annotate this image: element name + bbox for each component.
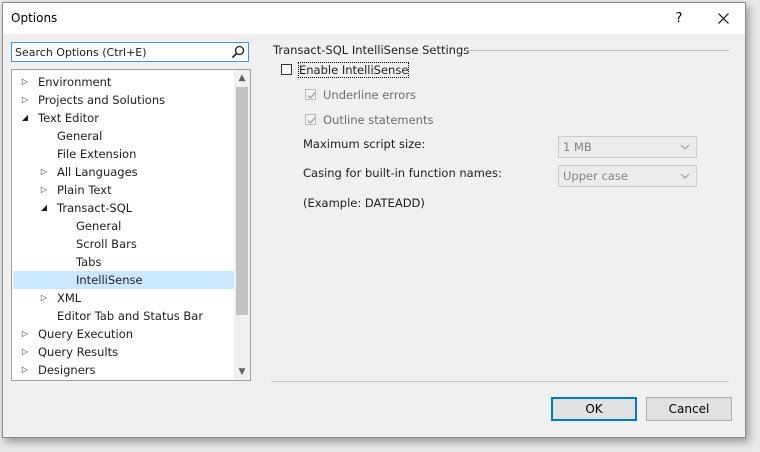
scroll-up-icon[interactable]: ▲ (234, 70, 250, 86)
checkbox-box[interactable] (305, 89, 316, 100)
tree-item-label: Projects and Solutions (38, 93, 166, 107)
tree-item-label: Query Execution (38, 327, 134, 341)
options-dialog: Options ? ▷ Designers ▷ Query Results ▷ Query… (2, 2, 746, 438)
tree-item[interactable]: Scroll Bars (13, 235, 234, 253)
tree-item[interactable]: ▷ Plain Text (13, 181, 234, 199)
casing-value: Upper case (563, 169, 628, 183)
checkmark-icon (307, 92, 316, 100)
cancel-button[interactable]: Cancel (646, 397, 732, 421)
collapsed-arrow-icon[interactable]: ▷ (20, 73, 30, 91)
tree-item[interactable]: ▷ Projects and Solutions (13, 91, 234, 109)
tree-item[interactable]: ▷ XML (13, 289, 234, 307)
tree-item-label: Plain Text (57, 183, 112, 197)
window-title: Options (11, 11, 58, 25)
tree-item[interactable]: Editor Tab and Status Bar (13, 307, 234, 325)
tree-item-label: All Languages (57, 165, 138, 179)
tree-item[interactable]: ▷ Query Results (13, 343, 234, 361)
ok-button[interactable]: OK (551, 397, 637, 421)
tree-item[interactable]: ▷ Designers (13, 361, 234, 379)
settings-group-title: Transact-SQL IntelliSense Settings (273, 43, 470, 57)
tree-item-label: File Extension (57, 147, 137, 161)
tree-item-label: Transact-SQL (57, 201, 133, 215)
close-button[interactable] (703, 3, 743, 34)
collapsed-arrow-icon[interactable]: ▷ (39, 163, 49, 181)
checkbox-box[interactable] (305, 114, 316, 125)
tree-item-label: IntelliSense (76, 273, 143, 287)
search-icon[interactable] (231, 45, 245, 59)
tree-item-label: Editor Tab and Status Bar (57, 309, 204, 323)
help-button[interactable]: ? (659, 3, 699, 34)
group-divider (465, 50, 729, 51)
tree-item-label: Scroll Bars (76, 237, 137, 251)
tree-item-label: Designers (38, 363, 96, 377)
search-box (11, 42, 249, 62)
expanded-arrow-icon[interactable]: ◢ (39, 199, 49, 217)
tree-item[interactable]: File Extension (13, 145, 234, 163)
checkbox-box[interactable] (281, 64, 292, 75)
checkmark-icon (307, 117, 316, 125)
tree-scrollbar[interactable]: ▲ ▼ (234, 70, 250, 380)
bottom-divider (271, 381, 729, 382)
tree-item[interactable]: ◢ Text Editor (13, 109, 234, 127)
max-script-size-label: Maximum script size: (303, 137, 426, 151)
close-icon (717, 13, 729, 24)
tree-item[interactable]: ◢ Transact-SQL (13, 199, 234, 217)
scroll-down-icon[interactable]: ▼ (234, 364, 250, 380)
collapsed-arrow-icon[interactable]: ▷ (20, 343, 30, 361)
enable-intellisense-label[interactable]: Enable IntelliSense (297, 62, 410, 78)
chevron-down-icon (680, 144, 690, 150)
search-input[interactable] (15, 44, 225, 60)
outline-statements-label: Outline statements (323, 113, 434, 127)
collapsed-arrow-icon[interactable]: ▷ (39, 181, 49, 199)
casing-example-text: (Example: DATEADD) (303, 196, 425, 210)
collapsed-arrow-icon[interactable]: ▷ (20, 91, 30, 109)
max-script-size-select[interactable]: 1 MB (558, 136, 697, 158)
tree-item[interactable]: Tabs (13, 253, 234, 271)
max-script-size-value: 1 MB (563, 140, 592, 154)
collapsed-arrow-icon[interactable]: ▷ (20, 361, 30, 379)
casing-label: Casing for built-in function names: (303, 166, 502, 180)
chevron-down-icon (680, 173, 690, 179)
scroll-thumb[interactable] (236, 87, 248, 315)
collapsed-arrow-icon[interactable]: ▷ (20, 325, 30, 343)
tree-item-label: Tabs (76, 255, 102, 269)
tree-item-label: Text Editor (38, 111, 99, 125)
tree-item[interactable]: IntelliSense (13, 271, 234, 289)
tree-item-label: XML (57, 291, 82, 305)
tree-item[interactable]: General (13, 217, 234, 235)
collapsed-arrow-icon[interactable]: ▷ (39, 289, 49, 307)
expanded-arrow-icon[interactable]: ◢ (20, 109, 30, 127)
tree-item[interactable]: General (13, 127, 234, 145)
tree-item-label: General (76, 219, 122, 233)
tree-item[interactable]: ▷ Environment (13, 73, 234, 91)
title-bar: Options ? (3, 3, 745, 34)
tree-item[interactable]: ▷ All Languages (13, 163, 234, 181)
casing-select[interactable]: Upper case (558, 165, 697, 187)
tree-item[interactable]: ▷ Query Execution (13, 325, 234, 343)
tree-item-label: General (57, 129, 103, 143)
options-tree: ▷ Designers ▷ Query Results ▷ Query Execution… (11, 69, 251, 381)
underline-errors-label: Underline errors (323, 88, 417, 102)
tree-item-label: Environment (38, 75, 112, 89)
tree-item-label: Query Results (38, 345, 119, 359)
